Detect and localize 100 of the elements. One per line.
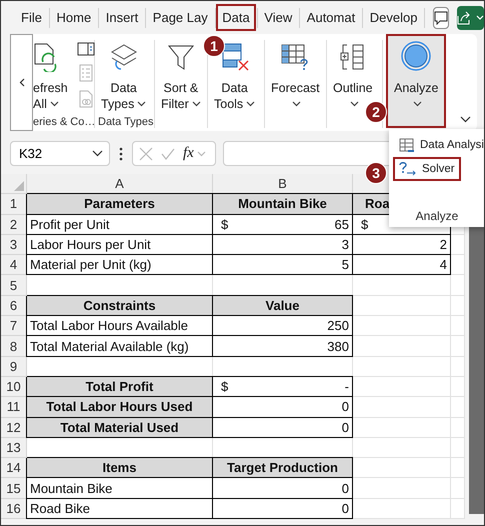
currency-symbol: $ [361,216,368,232]
table-cell [451,234,465,256]
ribbon-button[interactable]: Data Types [98,40,150,114]
name-box[interactable]: K32 [10,141,110,166]
table-cell: 4 [353,255,451,276]
table-cell: Constraints [27,296,213,316]
row-header[interactable]: 16 [1,498,27,520]
menu-tab[interactable]: Insert [100,4,144,31]
table-cell [451,336,465,357]
table-cell [451,458,465,478]
table-cell [451,296,465,316]
table-cell: Total Material Available (kg) [27,336,213,357]
ribbon-button[interactable]: Sort & Filter [158,40,204,128]
table-cell [451,397,465,418]
table-cell: 2 [353,234,451,256]
table-cell: Profit per Unit [27,214,213,235]
menu-tab[interactable]: Page Lay [146,4,214,31]
table-cell [451,316,465,336]
column-header[interactable]: A [27,174,213,194]
insert-function-button[interactable]: fx [183,145,206,162]
row-header[interactable]: 13 [1,438,27,458]
table-cell: Total Material Used [27,418,213,438]
cell-value: - [344,379,349,394]
row-header[interactable]: 1 [1,194,27,215]
ribbon-button[interactable]: efresh All [33,40,71,114]
more-options-icon [119,146,123,160]
table-cell: 5 [213,255,353,276]
group-label: Data Types [98,115,151,130]
table-cell: Labor Hours per Unit [27,234,213,256]
currency-symbol: $ [221,379,228,394]
table-cell [451,438,465,458]
share-icon [457,10,472,24]
table-cell: Road Bike [27,498,213,520]
table-cell [451,498,465,520]
table-cell [451,478,465,499]
chevron-down-icon [460,116,471,123]
table-cell: Total Profit [27,376,213,398]
row-header[interactable]: 10 [1,376,27,398]
list-icon [78,64,93,82]
row-header[interactable]: 12 [1,418,27,438]
table-cell: Total Labor Hours Used [27,397,213,418]
chevron-down-icon [92,150,103,157]
menu-tab[interactable]: File [15,4,48,31]
check-icon [161,146,175,160]
menu-tab[interactable]: Develop [364,4,424,31]
table-cell [451,418,465,438]
row-header[interactable]: 8 [1,336,27,357]
row-header[interactable]: 5 [1,275,27,296]
menu-tab[interactable]: Data [216,4,256,31]
table-cell: Mountain Bike [27,478,213,499]
row-header[interactable]: 4 [1,255,27,276]
row-header[interactable]: 14 [1,458,27,478]
table-cell: 0 [213,397,353,418]
circle-icon [400,40,432,72]
row-header[interactable]: 15 [1,478,27,499]
chevron-left-icon [18,78,24,87]
table-cell: Mountain Bike [213,194,353,215]
comments-button[interactable] [433,6,450,28]
triangle-icon [14,181,24,192]
comment-icon [434,10,448,24]
row-header[interactable]: 2 [1,214,27,235]
menu-item[interactable]: Data Analysi [393,133,484,157]
menu-tab[interactable]: Home [50,4,98,31]
table-delete-icon [220,42,250,72]
ribbon-button[interactable]: Analyze [386,34,446,128]
row-header[interactable]: 11 [1,397,27,418]
row-header[interactable]: 6 [1,296,27,316]
menu-item[interactable]: Solver [393,157,461,181]
close-icon [139,146,153,160]
menu-tab[interactable]: View [258,4,298,31]
table-cell [451,376,465,398]
table-cell: 0 [213,418,353,438]
share-button[interactable] [457,6,484,30]
table-cell: Parameters [27,194,213,215]
caret-icon [196,150,206,156]
table-question-icon [280,42,310,72]
table-cell: 250 [213,316,353,336]
table-cell [451,356,465,377]
table-cell: 3 [213,234,353,256]
table-cell [451,275,465,296]
expand-ribbon-button[interactable] [460,116,471,123]
row-header[interactable]: 7 [1,316,27,336]
ribbon-button[interactable]: Forecast [268,40,323,128]
table-cell [451,255,465,276]
row-header[interactable]: 3 [1,234,27,256]
question-arrow-icon [399,161,417,177]
currency-symbol: $ [221,216,228,232]
table-icon [399,137,415,153]
table-cell: Total Labor Hours Available [27,316,213,336]
panel-icon [76,42,95,56]
document-link-icon [78,90,93,108]
table-cell: Value [213,296,353,316]
queries-connections-button[interactable] [76,42,95,56]
column-header[interactable]: B [213,174,353,194]
table-cell: Target Production [213,458,353,478]
document-refresh-icon [33,42,59,72]
menu-tab[interactable]: Automat [300,4,362,31]
table-cell: Items [27,458,213,478]
cell-value: 65 [334,216,349,232]
row-header[interactable]: 9 [1,356,27,377]
